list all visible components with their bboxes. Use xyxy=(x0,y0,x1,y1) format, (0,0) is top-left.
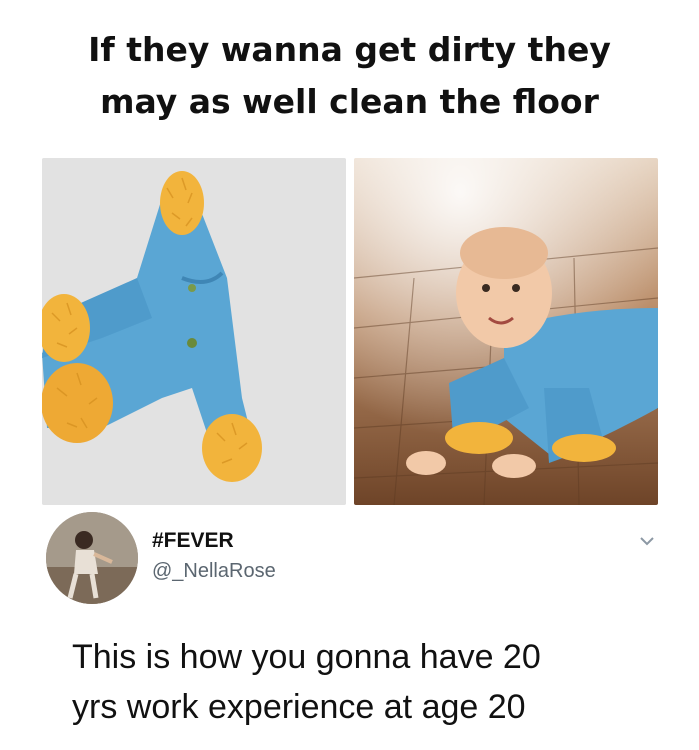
username[interactable]: @_NellaRose xyxy=(152,560,276,583)
baby-crawling-photo xyxy=(354,158,658,505)
caption-line-1: If they wanna get dirty they xyxy=(88,30,611,69)
romper-flat-photo xyxy=(42,158,346,505)
avatar[interactable] xyxy=(46,512,138,604)
chevron-down-icon[interactable] xyxy=(638,534,656,548)
tweet-text-line-1: This is how you gonna have 20 xyxy=(72,638,541,676)
display-name[interactable]: #FEVER xyxy=(152,529,234,553)
meme-caption: If they wanna get dirty they may as well… xyxy=(0,24,699,128)
tweet-text: This is how you gonna have 20 yrs work e… xyxy=(72,632,672,732)
tweet-text-line-2: yrs work experience at age 20 xyxy=(72,688,526,726)
tweet-header: #FEVER @_NellaRose xyxy=(42,512,662,612)
caption-line-2: may as well clean the floor xyxy=(100,82,599,121)
